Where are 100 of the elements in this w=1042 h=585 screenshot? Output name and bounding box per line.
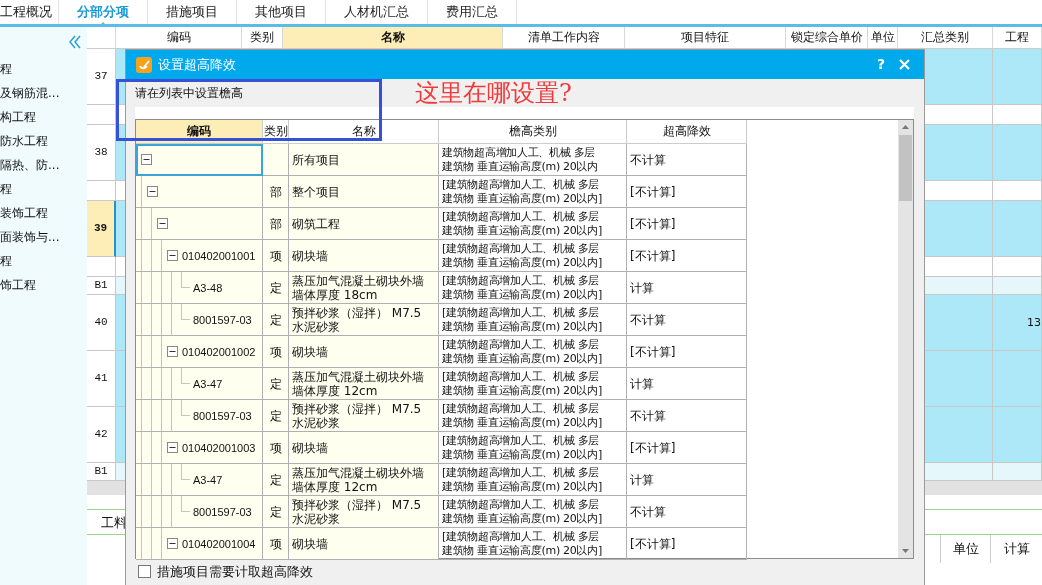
tab[interactable]: 工程概况: [0, 0, 59, 24]
reduction-cell[interactable]: [不计算]: [627, 432, 747, 464]
height-category-cell[interactable]: [建筑物超高增加人工、机械 多层 建筑物 垂直运输高度(m) 20以内]: [439, 208, 627, 240]
height-category-cell[interactable]: [建筑物超高增加人工、机械 多层 建筑物 垂直运输高度(m) 20以内]: [439, 368, 627, 400]
collapse-icon[interactable]: [167, 250, 178, 261]
category-text: [建筑物超高增加人工、机械 多层: [442, 209, 599, 224]
height-category-cell[interactable]: [建筑物超高增加人工、机械 多层 建筑物 垂直运输高度(m) 20以内]: [439, 432, 627, 464]
collapse-icon[interactable]: [157, 218, 168, 229]
height-category-cell[interactable]: [建筑物超高增加人工、机械 多层 建筑物 垂直运输高度(m) 20以内]: [439, 496, 627, 528]
type-cell: 定: [263, 304, 289, 336]
collapse-icon[interactable]: [167, 346, 178, 357]
checkbox[interactable]: [138, 565, 151, 579]
tree-cell[interactable]: 010402001003: [136, 432, 263, 464]
sidebar-item[interactable]: 饰工程: [0, 273, 87, 297]
category-text: 建筑物 垂直运输高度(m) 20以内]: [442, 511, 602, 526]
height-category-cell[interactable]: [建筑物超高增加人工、机械 多层 建筑物 垂直运输高度(m) 20以内]: [439, 464, 627, 496]
checkbox-label[interactable]: 措施项目需要计取超高降效: [157, 564, 313, 580]
sidebar-item[interactable]: 构工程: [0, 105, 87, 129]
code-text: 8001597-03: [193, 408, 252, 423]
sidebar-item[interactable]: 装饰工程: [0, 201, 87, 225]
tree-cell[interactable]: 8001597-03: [136, 496, 263, 528]
height-category-cell[interactable]: [建筑物超高增加人工、机械 多层 建筑物 垂直运输高度(m) 20以内]: [439, 272, 627, 304]
row-number[interactable]: 40: [87, 295, 116, 351]
tree-cell[interactable]: [136, 208, 263, 240]
reduction-cell[interactable]: 计算: [627, 272, 747, 304]
tree-cell[interactable]: A3-48: [136, 272, 263, 304]
name-text: 蒸压加气混凝土砌块外墙: [292, 369, 424, 384]
tree-cell[interactable]: 010402001002: [136, 336, 263, 368]
reduction-cell[interactable]: [不计算]: [627, 176, 747, 208]
double-chevron-left-icon[interactable]: [69, 35, 81, 49]
name-text: 预拌砂浆（湿拌） M7.5: [292, 401, 422, 416]
sidebar-item[interactable]: 隔热、防...: [0, 153, 87, 177]
tree-cell[interactable]: [136, 144, 263, 176]
category-text: [建筑物超高增加人工、机械 多层: [442, 465, 599, 480]
reduction-cell[interactable]: [不计算]: [627, 336, 747, 368]
name-text: 砌块墙: [292, 536, 328, 551]
reduction-cell[interactable]: 不计算: [627, 496, 747, 528]
table-cell: [993, 407, 1042, 463]
scrollbar[interactable]: [898, 120, 913, 558]
tree-cell[interactable]: A3-47: [136, 368, 263, 400]
tree-cell[interactable]: A3-47: [136, 464, 263, 496]
row-number[interactable]: 38: [87, 125, 116, 181]
type-cell: 部: [263, 208, 289, 240]
height-category-cell[interactable]: [建筑物超高增加人工、机械 多层 建筑物 垂直运输高度(m) 20以内]: [439, 176, 627, 208]
name-text: 砌块墙: [292, 440, 328, 455]
app-icon: [136, 56, 152, 73]
reduction-cell[interactable]: 不计算: [627, 144, 747, 176]
column-header[interactable]: 单位: [940, 535, 990, 563]
row-number[interactable]: B1: [87, 277, 116, 295]
table-cell: [993, 257, 1042, 277]
sidebar-item[interactable]: 程: [0, 249, 87, 273]
sidebar-item[interactable]: 程: [0, 177, 87, 201]
height-category-cell[interactable]: [建筑物超高增加人工、机械 多层 建筑物 垂直运输高度(m) 20以内]: [439, 336, 627, 368]
collapse-icon[interactable]: [147, 186, 158, 197]
column-header[interactable]: 檐高类别: [439, 120, 627, 144]
code-text: 8001597-03: [193, 312, 252, 327]
category-text: 建筑物 垂直运输高度(m) 20以内]: [442, 351, 602, 366]
reduction-cell[interactable]: [不计算]: [627, 528, 747, 560]
sidebar-item[interactable]: 程: [0, 57, 87, 81]
column-header[interactable]: 名称: [283, 27, 503, 49]
row-number[interactable]: 41: [87, 351, 116, 407]
category-text: 建筑物 垂直运输高度(m) 20以内]: [442, 447, 602, 462]
scrollbar-thumb[interactable]: [899, 135, 912, 201]
sidebar-item[interactable]: 及钢筋混...: [0, 81, 87, 105]
reduction-cell[interactable]: 不计算: [627, 304, 747, 336]
sidebar-item[interactable]: 防水工程: [0, 129, 87, 153]
reduction-cell[interactable]: 计算: [627, 368, 747, 400]
tree-cell[interactable]: 010402001001: [136, 240, 263, 272]
name-text: 砌块墙: [292, 344, 328, 359]
collapse-icon[interactable]: [167, 442, 178, 453]
column-header[interactable]: 超高降效: [627, 120, 747, 144]
height-category-cell[interactable]: [建筑物超高增加人工、机械 多层 建筑物 垂直运输高度(m) 20以内]: [439, 240, 627, 272]
tree-cell[interactable]: 8001597-03: [136, 400, 263, 432]
type-cell: 定: [263, 272, 289, 304]
type-cell: 项: [263, 336, 289, 368]
height-category-cell[interactable]: [建筑物超高增加人工、机械 多层 建筑物 垂直运输高度(m) 20以内]: [439, 528, 627, 560]
row-number[interactable]: B1: [87, 463, 116, 481]
reduction-cell[interactable]: [不计算]: [627, 240, 747, 272]
tree-cell[interactable]: 010402001004: [136, 528, 263, 560]
tree-cell[interactable]: [136, 176, 263, 208]
row-number[interactable]: 42: [87, 407, 116, 463]
column-header[interactable]: 计算: [990, 535, 1042, 563]
reduction-cell[interactable]: [不计算]: [627, 208, 747, 240]
height-category-cell[interactable]: [建筑物超高增加人工、机械 多层 建筑物 垂直运输高度(m) 20以内]: [439, 304, 627, 336]
tree-cell[interactable]: 8001597-03: [136, 304, 263, 336]
height-category-cell[interactable]: [建筑物超高增加人工、机械 多层 建筑物 垂直运输高度(m) 20以内]: [439, 400, 627, 432]
row-number[interactable]: 37: [87, 49, 116, 105]
category-text: 建筑物 垂直运输高度(m) 20以内]: [442, 479, 602, 494]
reduction-cell[interactable]: 计算: [627, 464, 747, 496]
collapse-icon[interactable]: [141, 154, 152, 165]
row-number[interactable]: 39: [87, 201, 116, 257]
category-text: [建筑物超高增加人工、机械 多层: [442, 433, 599, 448]
type-cell: 部: [263, 176, 289, 208]
collapse-icon[interactable]: [167, 538, 178, 549]
height-category-cell[interactable]: 建筑物超高增加人工、机械 多层 建筑物 垂直运输高度(m) 20以内: [439, 144, 627, 176]
name-text: 墙体厚度 18cm: [292, 287, 378, 302]
name-text: 所有项目: [292, 152, 340, 167]
sidebar-item[interactable]: 面装饰与...: [0, 225, 87, 249]
table-cell: [993, 351, 1042, 407]
reduction-cell[interactable]: 不计算: [627, 400, 747, 432]
